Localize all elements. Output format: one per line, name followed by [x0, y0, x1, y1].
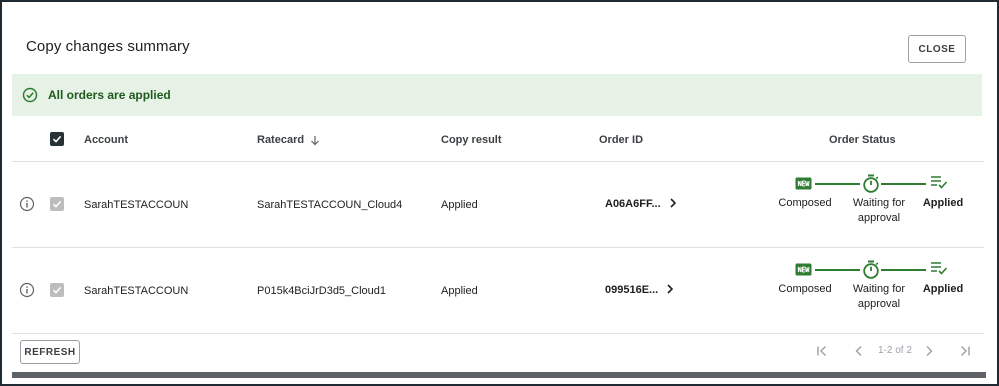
next-page-icon[interactable] [924, 345, 934, 357]
table-header: Account Ratecard Copy result Order ID Or… [12, 116, 984, 162]
header-order-status: Order Status [829, 134, 896, 146]
cell-account: SarahTESTACCOUN [84, 199, 189, 211]
status-step-waiting: Waiting for approval [852, 283, 906, 310]
header-order-id: Order ID [599, 134, 644, 146]
cell-ratecard: P015k4BciJrD3d5_Cloud1 [257, 285, 387, 297]
refresh-button[interactable]: REFRESH [20, 340, 80, 364]
chevron-right-icon[interactable] [666, 283, 674, 297]
pagination-info: 1-2 of 2 [878, 345, 912, 356]
header-account: Account [84, 134, 128, 146]
dialog-title: Copy changes summary [26, 38, 190, 55]
order-id-text[interactable]: A06A6FF... [605, 198, 661, 210]
new-badge-icon [795, 177, 812, 190]
table-row: SarahTESTACCOUN SarahTESTACCOUN_Cloud4 A… [12, 162, 984, 248]
timer-icon [862, 174, 880, 194]
cell-account: SarahTESTACCOUN [84, 285, 189, 297]
horizontal-scrollbar[interactable] [12, 372, 986, 378]
header-ratecard-label: Ratecard [257, 134, 305, 146]
checklist-icon [930, 175, 948, 189]
last-page-icon[interactable] [959, 345, 971, 357]
check-circle-icon [22, 87, 38, 103]
header-copy-result: Copy result [441, 134, 502, 146]
status-step-applied: Applied [922, 283, 964, 295]
previous-page-icon[interactable] [854, 345, 864, 357]
table-row: SarahTESTACCOUN P015k4BciJrD3d5_Cloud1 A… [12, 248, 984, 334]
stepper-connector [881, 183, 926, 185]
row-checkbox[interactable] [50, 283, 64, 297]
status-step-waiting: Waiting for approval [852, 197, 906, 224]
sort-down-arrow-icon[interactable] [310, 135, 320, 146]
info-icon[interactable] [19, 196, 35, 212]
orders-table: Account Ratecard Copy result Order ID Or… [12, 116, 984, 334]
stepper-connector [815, 183, 860, 185]
cell-order-id[interactable]: A06A6FF... [605, 197, 677, 211]
success-banner: All orders are applied [12, 74, 982, 116]
close-button[interactable]: CLOSE [908, 35, 966, 63]
checklist-icon [930, 261, 948, 275]
select-all-checkbox[interactable] [50, 132, 64, 146]
cell-copy-result: Applied [441, 199, 478, 211]
stepper-connector [881, 269, 926, 271]
cell-copy-result: Applied [441, 285, 478, 297]
new-badge-icon [795, 263, 812, 276]
order-status-stepper: Composed Waiting for approval Applied [767, 258, 977, 330]
cell-order-id[interactable]: 099516E... [605, 283, 674, 297]
status-step-composed: Composed [778, 283, 832, 295]
banner-message: All orders are applied [48, 88, 171, 102]
header-ratecard[interactable]: Ratecard [257, 134, 320, 146]
timer-icon [862, 260, 880, 280]
row-checkbox[interactable] [50, 197, 64, 211]
chevron-right-icon[interactable] [669, 197, 677, 211]
stepper-connector [815, 269, 860, 271]
info-icon[interactable] [19, 282, 35, 298]
status-step-applied: Applied [922, 197, 964, 209]
dialog: Copy changes summary CLOSE All orders ar… [0, 0, 999, 386]
cell-ratecard: SarahTESTACCOUN_Cloud4 [257, 199, 403, 211]
order-id-text[interactable]: 099516E... [605, 284, 658, 296]
first-page-icon[interactable] [816, 345, 828, 357]
status-step-composed: Composed [778, 197, 832, 209]
order-status-stepper: Composed Waiting for approval Applied [767, 172, 977, 244]
